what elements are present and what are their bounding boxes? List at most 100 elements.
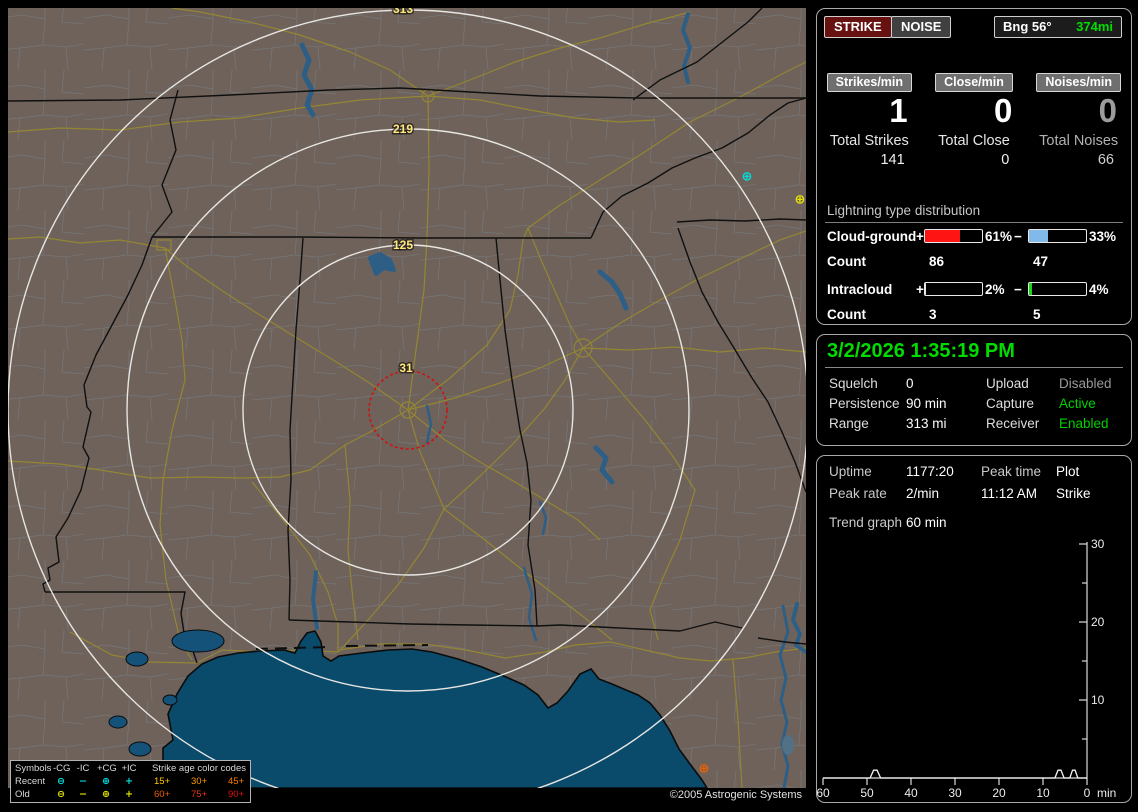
app-root: { "window": { "copyright": "©2005 Astrog… <box>0 0 1138 812</box>
peak-rate-label: Peak rate <box>829 486 887 501</box>
cloud-ground-row: Cloud-ground + 61% − 33% <box>827 229 1127 246</box>
cg-minus-pct: 33% <box>1089 229 1117 244</box>
trend-graph: 30 20 10 60 50 40 30 20 10 0 min <box>817 537 1116 800</box>
ic-minus-pct: 4% <box>1089 282 1109 297</box>
strikes-column: Strikes/min 1 Total Strikes 141 <box>821 73 918 168</box>
ic-minus-bar-fill <box>1029 283 1032 295</box>
age-45: 45+ <box>228 776 245 787</box>
uptime-label: Uptime <box>829 464 872 479</box>
distribution-title: Lightning type distribution <box>827 203 981 218</box>
intracloud-label: Intracloud <box>827 282 893 297</box>
legend-symbols-header: Symbols <box>15 763 52 774</box>
cg-minus-bar <box>1028 229 1087 243</box>
neg-cg-old-icon: ⊖ <box>57 789 65 800</box>
map-canvas: 313 219 125 31 ⊕ ⊕ ⊕ <box>8 8 806 788</box>
intracloud-count-row: Count 3 5 <box>827 307 1127 324</box>
total-close-label: Total Close <box>938 133 1010 149</box>
status-divider <box>825 367 1123 368</box>
strikes-per-min-button[interactable]: Strikes/min <box>826 73 913 92</box>
minus-sign: − <box>1014 282 1022 297</box>
pos-cg-recent-icon: ⊕ <box>102 776 110 787</box>
bearing-value: Bng 56° <box>1003 19 1052 34</box>
pos-ic-recent-icon: + <box>125 776 133 787</box>
status-row: Squelch 0 Upload Disabled <box>829 376 1127 393</box>
noises-per-min-value: 0 <box>1098 92 1117 129</box>
peak-time-label: Peak time <box>981 464 1042 479</box>
strike-rate-line <box>823 769 1087 779</box>
persistence-label: Persistence <box>829 396 900 411</box>
plot-label: Plot <box>1056 464 1080 479</box>
cloud-ground-count-row: Count 86 47 <box>827 254 1127 271</box>
map-display[interactable]: 313 219 125 31 ⊕ ⊕ ⊕ <box>8 8 806 788</box>
count-label: Count <box>827 254 866 269</box>
age-90: 90+ <box>228 789 245 800</box>
age-30: 30+ <box>191 776 208 787</box>
cg-minus-count: 47 <box>1033 254 1049 269</box>
legend-old-label: Old <box>15 789 30 800</box>
range-setting-value: 313 mi <box>906 416 947 431</box>
stats-row: Uptime 1177:20 Peak time Plot <box>829 464 1127 481</box>
ic-minus-count: 5 <box>1033 307 1041 322</box>
upload-label: Upload <box>986 376 1029 391</box>
ic-plus-bar <box>924 282 983 296</box>
total-noises-value: 66 <box>1097 152 1114 168</box>
tick-label: 10 <box>1091 693 1105 707</box>
legend-col-pos-cg: +CG <box>97 763 117 774</box>
tick-label: 20 <box>1091 615 1105 629</box>
neg-cg-recent-icon: ⊖ <box>57 776 65 787</box>
close-column: Close/min 0 Total Close 0 <box>926 73 1023 168</box>
close-per-min-button[interactable]: Close/min <box>935 73 1013 92</box>
tick-label: 50 <box>860 786 874 800</box>
stats-row: Peak rate 2/min 11:12 AM Strike <box>829 486 1127 503</box>
cg-minus-bar-fill <box>1029 230 1048 242</box>
pos-ic-old-icon: + <box>125 789 133 800</box>
stats-panel: Uptime 1177:20 Peak time Plot Peak rate … <box>816 455 1132 803</box>
legend-header-row: Symbols -CG -IC +CG +IC Strike age color… <box>11 763 250 775</box>
receiver-status: Enabled <box>1059 416 1109 431</box>
tick-label: 0 <box>1084 786 1091 800</box>
cg-plus-bar <box>924 229 983 243</box>
trend-graph-row: Trend graph 60 min <box>829 515 1127 532</box>
total-noises-label: Total Noises <box>1039 133 1119 149</box>
age-60: 60+ <box>154 789 171 800</box>
counters-panel: STRIKE NOISE Bng 56° 374mi Strikes/min 1… <box>816 8 1132 325</box>
rate-counters: Strikes/min 1 Total Strikes 141 Close/mi… <box>821 73 1127 168</box>
strike-mode-button[interactable]: STRIKE <box>824 16 892 38</box>
total-strikes-value: 141 <box>880 152 905 168</box>
noises-per-min-button[interactable]: Noises/min <box>1036 73 1121 92</box>
upload-status: Disabled <box>1059 376 1112 391</box>
aged-plus-cg-strike-icon: ⊕ <box>699 762 710 777</box>
legend-col-neg-ic: -IC <box>76 763 90 774</box>
cloud-ground-label: Cloud-ground <box>827 229 917 244</box>
uptime-value: 1177:20 <box>906 464 954 479</box>
cg-plus-pct: 61% <box>985 229 1013 244</box>
noise-mode-button[interactable]: NOISE <box>891 16 952 38</box>
range-value: 374mi <box>1076 19 1113 34</box>
age-15: 15+ <box>154 776 171 787</box>
pos-cg-old-icon: ⊕ <box>102 789 110 800</box>
tick-label: 20 <box>992 786 1006 800</box>
trend-graph-value: 60 min <box>906 515 947 530</box>
tick-label: 40 <box>904 786 918 800</box>
datetime-readout: 3/2/2026 1:35:19 PM <box>827 340 1015 362</box>
recent-plus-cg-strike-icon: ⊕ <box>742 170 753 185</box>
plot-mode-value: Strike <box>1056 486 1091 501</box>
noises-column: Noises/min 0 Total Noises 66 <box>1030 73 1127 168</box>
total-close-value: 0 <box>1001 152 1010 168</box>
age-75: 75+ <box>191 789 208 800</box>
range-label: Range <box>829 416 869 431</box>
plus-sign: + <box>916 229 924 244</box>
distribution-divider <box>825 222 1123 223</box>
ic-plus-bar-fill <box>925 283 927 295</box>
legend-old-row: Old ⊖ − ⊕ + 60+ 75+ 90+ <box>11 789 250 801</box>
legend-age-header: Strike age color codes <box>152 763 246 774</box>
cg-plus-bar-fill <box>925 230 960 242</box>
trend-series: 30 20 10 60 50 40 30 20 10 0 min <box>817 537 1116 800</box>
ring-label-313: 313 <box>393 8 413 16</box>
intracloud-row: Intracloud + 2% − 4% <box>827 282 1127 299</box>
plus-sign: + <box>916 282 924 297</box>
receiver-label: Receiver <box>986 416 1040 431</box>
status-row: Persistence 90 min Capture Active <box>829 396 1127 413</box>
map-legend: Symbols -CG -IC +CG +IC Strike age color… <box>10 760 251 803</box>
squelch-label: Squelch <box>829 376 878 391</box>
